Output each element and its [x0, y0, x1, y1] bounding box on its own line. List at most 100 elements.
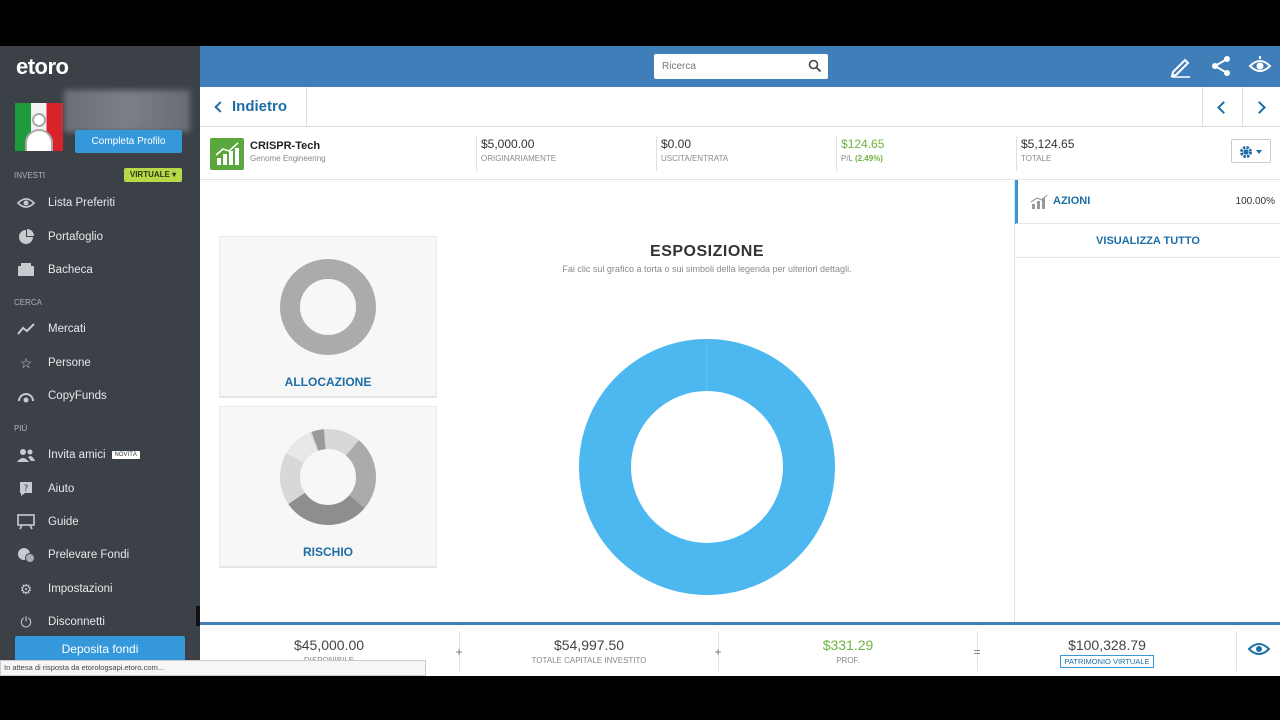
sidebar: etoro Completa Profilo INVESTI VIRTUALE … — [0, 46, 200, 676]
exposure-legend-panel: AZIONI 100.00% VISUALIZZA TUTTO — [1014, 180, 1280, 622]
avatar[interactable] — [15, 103, 63, 151]
etoro-logo[interactable]: etoro — [16, 54, 69, 80]
sidebar-item-label: Guide — [48, 516, 79, 528]
equity-cell: $100,328.79 PATRIMONIO VIRTUALE — [978, 625, 1236, 668]
search-placeholder: Ricerca — [662, 61, 696, 72]
profit-value: $331.29 — [822, 637, 874, 653]
stock-chart-icon — [210, 138, 244, 170]
total-cell: $5,124.65 TOTALE — [1016, 137, 1074, 171]
blurred-username — [64, 90, 190, 132]
newsfeed-icon — [16, 262, 36, 278]
settings-dropdown-button[interactable] — [1231, 139, 1271, 163]
risk-label: RISCHIO — [302, 545, 353, 559]
share-icon[interactable] — [1209, 54, 1233, 78]
sidebar-item-guides[interactable]: Guide — [16, 512, 79, 532]
previous-button[interactable] — [1202, 87, 1240, 127]
avatar-body — [25, 129, 53, 151]
eye-icon[interactable] — [1248, 641, 1270, 657]
sidebar-item-label: Disconnetti — [48, 616, 105, 628]
cashflow-cell: $0.00 USCITA/ENTRATA — [656, 137, 728, 171]
sidebar-item-help[interactable]: ? Aiuto — [16, 479, 74, 499]
exposure-title: ESPOSIZIONE — [650, 243, 764, 260]
logout-icon: ⏻ — [20, 613, 32, 630]
risk-donut — [280, 428, 376, 526]
guide-icon — [16, 514, 36, 530]
legend-category-label: AZIONI — [1053, 195, 1091, 207]
chevron-right-icon — [1253, 100, 1266, 114]
chevron-left-icon — [1217, 100, 1230, 114]
sidebar-item-copyfunds[interactable]: CopyFunds — [16, 386, 107, 406]
svg-text:?: ? — [24, 484, 29, 494]
users-icon — [16, 447, 36, 463]
pie-icon — [16, 229, 36, 245]
complete-profile-button[interactable]: Completa Profilo — [75, 130, 182, 153]
sidebar-item-portfolio[interactable]: Portafoglio — [16, 227, 103, 247]
copyfunds-icon — [16, 388, 36, 404]
pl-value: $124.65 — [841, 137, 885, 151]
pl-percent: (2.49%) — [854, 154, 883, 163]
available-value: $45,000.00 — [293, 637, 365, 653]
sidebar-item-label: Lista Preferiti — [48, 197, 116, 209]
watch-eye-icon[interactable] — [1248, 54, 1272, 78]
sidebar-item-newsfeed[interactable]: Bacheca — [16, 260, 93, 280]
mode-label: VIRTUALE — [129, 170, 170, 179]
back-link[interactable]: Indietro — [212, 87, 287, 127]
gear-icon — [1240, 146, 1262, 158]
search-icon[interactable] — [808, 59, 822, 73]
section-invest-label: INVESTI — [14, 171, 46, 180]
sidebar-item-label: Impostazioni — [48, 583, 113, 595]
equity-label[interactable]: PATRIMONIO VIRTUALE — [1060, 655, 1154, 668]
sidebar-item-watchlist[interactable]: Lista Preferiti — [16, 193, 115, 213]
logo-text: etoro — [16, 54, 69, 79]
instrument-info[interactable]: CRISPR-Tech Genome Engineering — [250, 140, 326, 163]
new-badge: NOVITÀ — [111, 451, 140, 459]
allocation-label: ALLOCAZIONE — [284, 375, 372, 389]
divider — [306, 87, 307, 127]
sidebar-item-invite[interactable]: Invita amici NOVITÀ — [16, 445, 140, 465]
sidebar-item-label: Prelevare Fondi — [48, 549, 130, 561]
search-input[interactable]: Ricerca — [654, 54, 828, 79]
profit-label: PROF. — [836, 656, 860, 665]
virtual-mode-dropdown[interactable]: VIRTUALE ▾ — [124, 168, 182, 182]
equity-label-wrap: PATRIMONIO VIRTUALE — [978, 655, 1236, 668]
browser-status-bar: In attesa di risposta da etorologsapi.et… — [0, 660, 426, 676]
pl-label: P/L — [841, 154, 853, 163]
exposure-donut-chart[interactable] — [578, 339, 836, 597]
header-row: Indietro — [200, 87, 1280, 127]
sidebar-item-label: Aiuto — [48, 483, 75, 495]
back-label: Indietro — [232, 98, 287, 115]
sidebar-item-settings[interactable]: ⚙ Impostazioni — [16, 579, 113, 599]
sidebar-item-label: Mercati — [48, 323, 86, 335]
sidebar-item-people[interactable]: ☆ Persone — [16, 353, 91, 373]
eye-icon — [16, 195, 36, 211]
gear-icon: ⚙ — [19, 580, 33, 597]
available-cell: $45,000.00 DISPONIBILE — [200, 625, 458, 665]
stock-chart-icon — [1030, 194, 1048, 209]
view-all-button[interactable]: VISUALIZZA TUTTO — [1015, 224, 1280, 258]
allocation-card[interactable]: ALLOCAZIONE — [219, 236, 437, 398]
invested-cell: $5,000.00 ORIGINARIAMENTE — [476, 137, 556, 171]
invested-value: $5,000.00 — [481, 137, 535, 151]
legend-category-percent: 100.00% — [1235, 196, 1275, 207]
main-panel: ALLOCAZIONE RISCHIO ESPOSIZIONE Fai clic… — [200, 180, 1014, 622]
help-icon: ? — [16, 481, 36, 497]
sidebar-item-label: CopyFunds — [48, 390, 107, 402]
cashflow-value: $0.00 — [661, 137, 692, 151]
avatar-head — [32, 113, 46, 127]
sidebar-item-withdraw[interactable]: Prelevare Fondi — [16, 545, 129, 565]
withdraw-icon — [16, 547, 36, 563]
edit-icon[interactable] — [1169, 54, 1193, 78]
section-search-label: CERCA — [14, 298, 43, 307]
app-screen: etoro Completa Profilo INVESTI VIRTUALE … — [0, 46, 1280, 676]
invested-total-value: $54,997.50 — [553, 637, 625, 653]
deposit-funds-button[interactable]: Deposita fondi — [15, 636, 185, 663]
legend-item-stocks[interactable]: AZIONI 100.00% — [1015, 180, 1280, 224]
allocation-donut — [280, 259, 376, 355]
pl-label-row: P/L (2.49%) — [841, 154, 884, 163]
risk-card[interactable]: RISCHIO — [219, 406, 437, 568]
sidebar-item-logout[interactable]: ⏻ Disconnetti — [16, 612, 105, 632]
invested-total-label: TOTALE CAPITALE INVESTITO — [531, 656, 647, 665]
sidebar-item-label: Invita amici — [48, 449, 106, 461]
next-button[interactable] — [1242, 87, 1280, 127]
sidebar-item-markets[interactable]: Mercati — [16, 319, 86, 339]
